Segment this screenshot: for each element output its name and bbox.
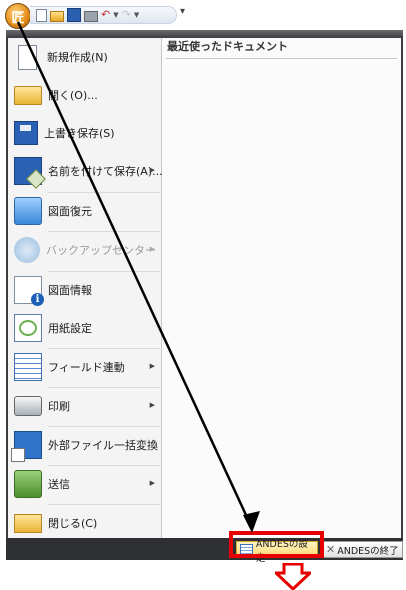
down-arrow-icon [275,563,311,590]
pointer-arrow [16,21,260,533]
